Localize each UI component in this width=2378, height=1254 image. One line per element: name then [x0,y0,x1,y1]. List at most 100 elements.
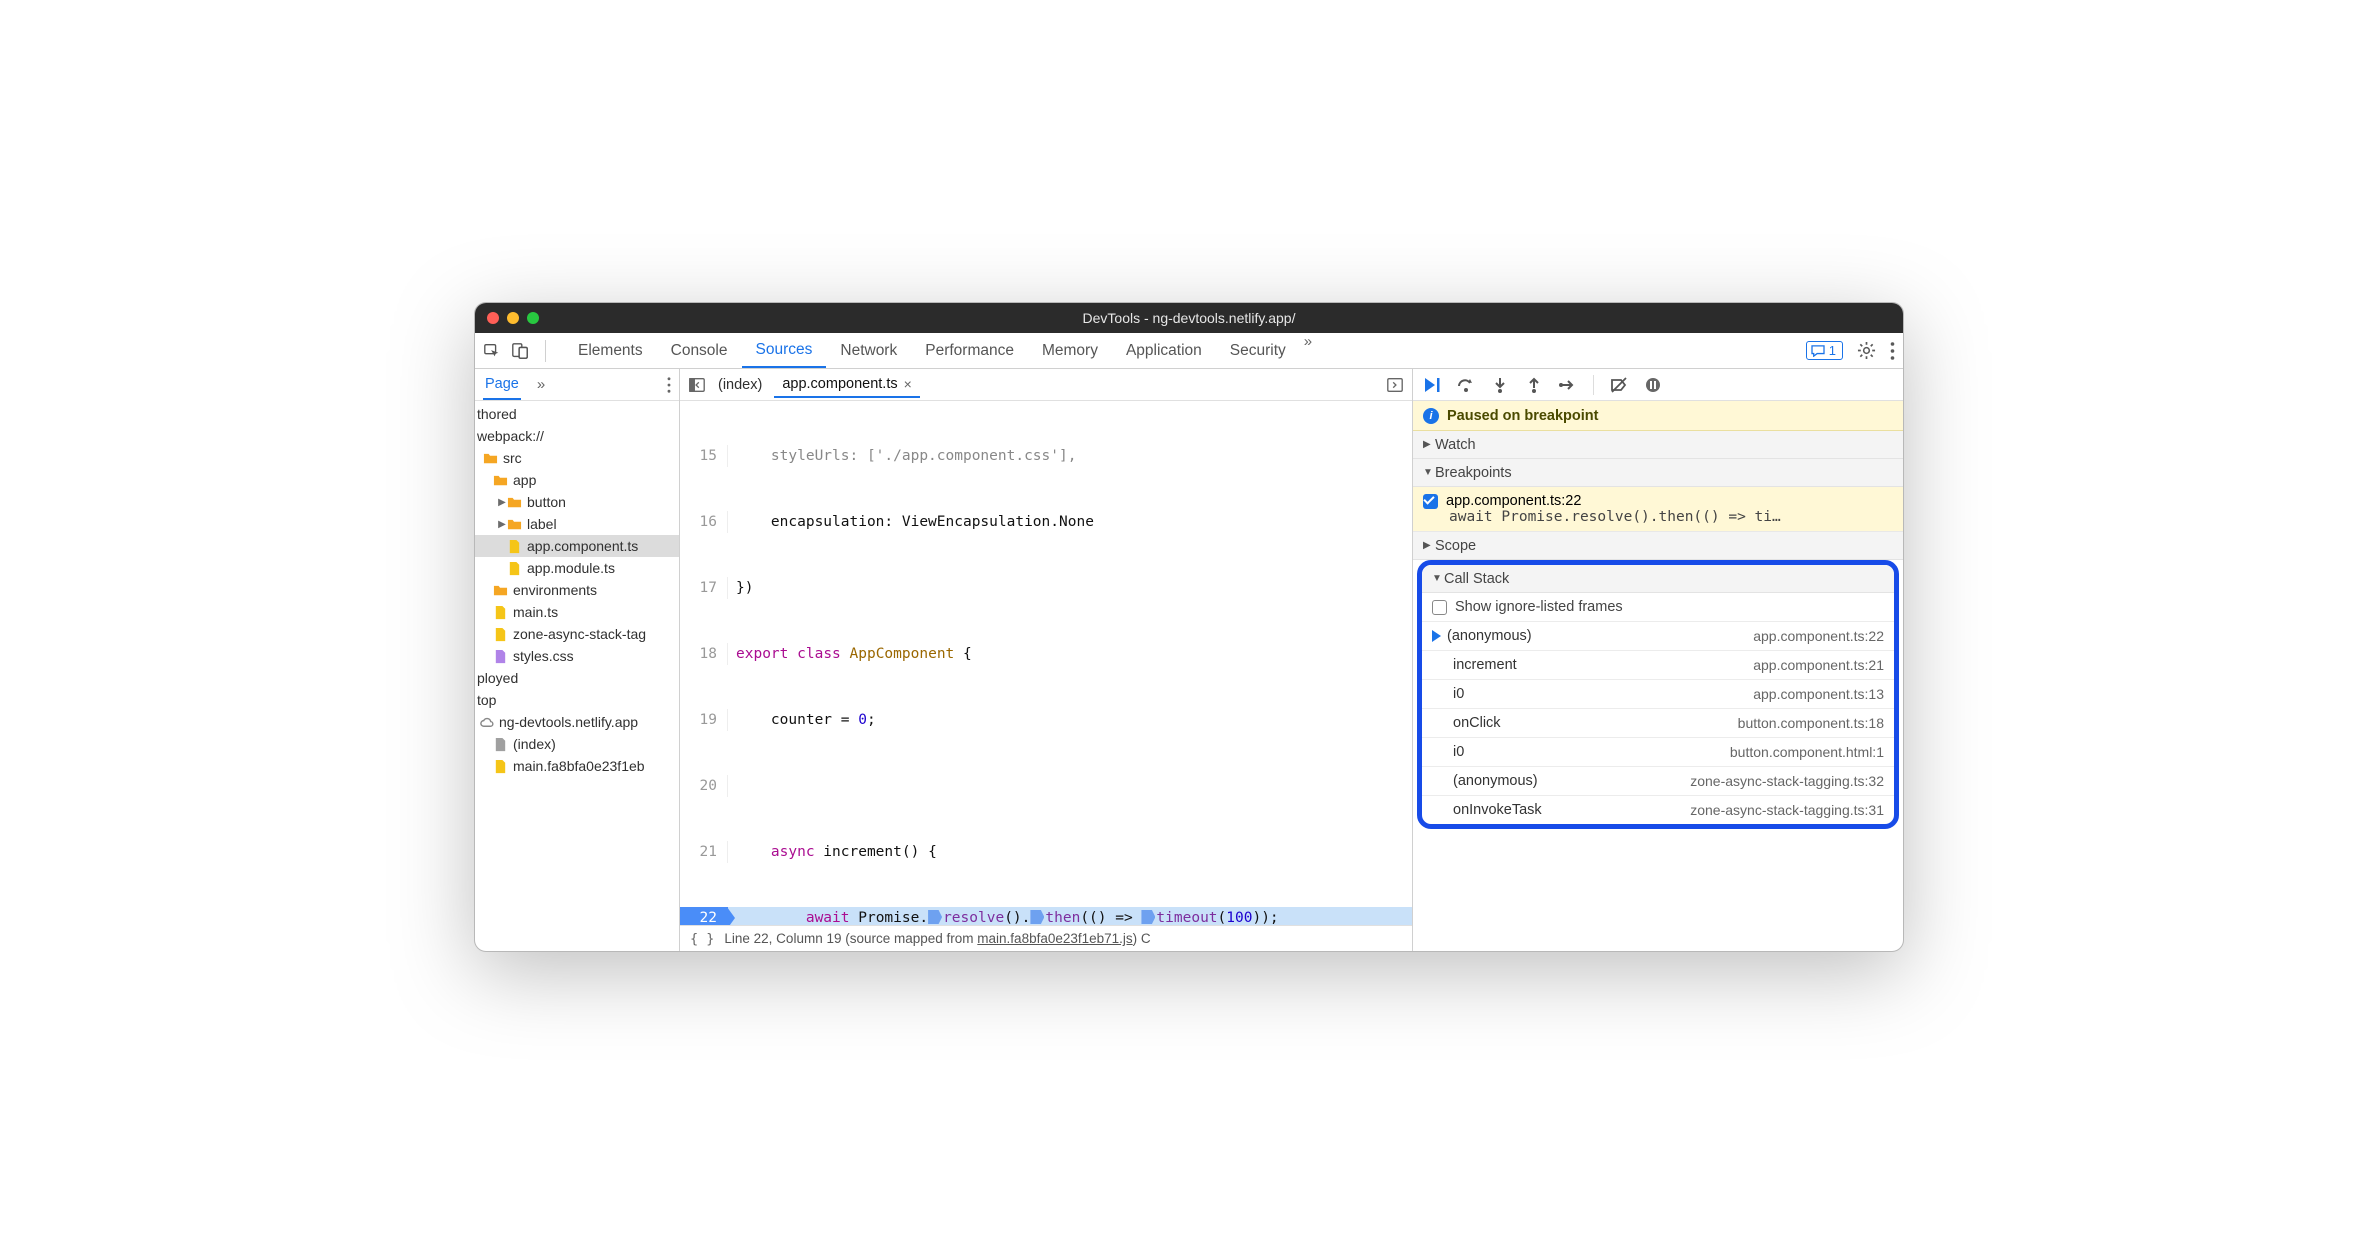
main-toolbar: Elements Console Sources Network Perform… [475,333,1903,369]
device-toolbar-icon[interactable] [511,342,529,360]
tree-node[interactable]: main.fa8bfa0e23f1eb [475,755,679,777]
tabs-overflow-button[interactable]: » [1304,333,1312,368]
editor-tabs: (index) app.component.ts× [680,369,1412,401]
tree-node-selected[interactable]: app.component.ts [475,535,679,557]
tab-memory[interactable]: Memory [1028,333,1112,368]
file-icon [507,561,522,576]
settings-icon[interactable] [1857,341,1876,360]
main-content: Page » thored webpack:// src app ▶button… [475,369,1903,951]
maximize-window-button[interactable] [527,312,539,324]
navigator-tab-page[interactable]: Page [483,370,521,400]
tree-node[interactable]: styles.css [475,645,679,667]
folder-icon [507,495,522,510]
folder-icon [507,517,522,532]
tree-node[interactable]: app.module.ts [475,557,679,579]
call-stack-section[interactable]: ▼Call Stack [1422,565,1894,593]
source-map-link[interactable]: main.fa8bfa0e23f1eb71.js [977,931,1132,946]
close-window-button[interactable] [487,312,499,324]
tree-node[interactable]: zone-async-stack-tag [475,623,679,645]
tab-console[interactable]: Console [657,333,742,368]
navigator-sidebar: Page » thored webpack:// src app ▶button… [475,369,680,951]
editor-statusbar: { } Line 22, Column 19 (source mapped fr… [680,925,1412,951]
tab-elements[interactable]: Elements [564,333,657,368]
separator [545,340,546,362]
pretty-print-icon[interactable]: { } [690,931,714,947]
tab-performance[interactable]: Performance [911,333,1028,368]
stack-frame[interactable]: incrementapp.component.ts:21 [1422,651,1894,680]
pause-on-exceptions-button[interactable] [1644,376,1662,394]
breakpoints-section[interactable]: ▼Breakpoints [1413,459,1903,487]
tree-node[interactable]: top [475,689,679,711]
breakpoint-entry[interactable]: app.component.ts:22 await Promise.resolv… [1413,487,1903,532]
navigator-overflow-button[interactable]: » [537,376,545,393]
file-icon [493,737,508,752]
cursor-position: Line 22, Column 19 [724,931,841,946]
current-execution-line[interactable]: 22 await Promise.resolve().then(() => ti… [680,907,1412,925]
tree-node[interactable]: ▶label [475,513,679,535]
file-tree[interactable]: thored webpack:// src app ▶button ▶label… [475,401,679,951]
minimize-window-button[interactable] [507,312,519,324]
panel-tabs: Elements Console Sources Network Perform… [564,333,1312,368]
close-tab-icon[interactable]: × [904,376,912,392]
console-messages-button[interactable]: 1 [1806,341,1843,360]
tab-security[interactable]: Security [1216,333,1300,368]
breakpoint-checkbox[interactable] [1423,494,1438,509]
file-icon [493,627,508,642]
step-out-button[interactable] [1525,376,1543,394]
tab-sources[interactable]: Sources [742,333,827,368]
stack-frame[interactable]: (anonymous) app.component.ts:22 [1422,622,1894,651]
tree-node[interactable]: thored [475,403,679,425]
file-icon [507,539,522,554]
folder-icon [483,451,498,466]
step-marker-icon [1030,910,1044,924]
file-icon [493,649,508,664]
file-icon [493,759,508,774]
stack-frame[interactable]: i0button.component.html:1 [1422,738,1894,767]
window-title: DevTools - ng-devtools.netlify.app/ [1083,310,1296,326]
editor-panel: (index) app.component.ts× 15 styleUrls: … [680,369,1413,951]
debugger-toolbar [1413,369,1903,401]
step-over-button[interactable] [1457,376,1475,394]
show-ignored-frames-toggle[interactable]: Show ignore-listed frames [1422,593,1894,622]
step-button[interactable] [1559,376,1577,394]
file-icon [493,605,508,620]
message-count: 1 [1829,343,1836,358]
step-into-button[interactable] [1491,376,1509,394]
tree-node[interactable]: webpack:// [475,425,679,447]
step-marker-icon [928,910,942,924]
debugger-sidebar: i Paused on breakpoint ▶Watch ▼Breakpoin… [1413,369,1903,951]
resume-script-button[interactable] [1423,376,1441,394]
watch-section[interactable]: ▶Watch [1413,431,1903,459]
paused-banner: i Paused on breakpoint [1413,401,1903,431]
tab-application[interactable]: Application [1112,333,1216,368]
scope-section[interactable]: ▶Scope [1413,532,1903,560]
tree-node[interactable]: ng-devtools.netlify.app [475,711,679,733]
message-icon [1811,345,1825,357]
tree-node[interactable]: ▶button [475,491,679,513]
checkbox-icon[interactable] [1432,600,1447,615]
deactivate-breakpoints-button[interactable] [1610,376,1628,394]
more-options-icon[interactable] [1890,342,1895,360]
stack-frame[interactable]: (anonymous)zone-async-stack-tagging.ts:3… [1422,767,1894,796]
current-frame-arrow-icon [1432,630,1441,642]
editor-tab-index[interactable]: (index) [710,373,770,397]
call-stack-highlight: ▼Call Stack Show ignore-listed frames (a… [1417,560,1899,829]
stack-frame[interactable]: i0app.component.ts:13 [1422,680,1894,709]
tree-node[interactable]: environments [475,579,679,601]
dock-right-icon[interactable] [1386,376,1404,394]
inspect-element-icon[interactable] [483,342,501,360]
code-editor[interactable]: 15 styleUrls: ['./app.component.css'], 1… [680,401,1412,925]
navigator-more-icon[interactable] [667,377,671,393]
editor-tab-app-component[interactable]: app.component.ts× [774,372,919,398]
info-icon: i [1423,408,1439,424]
folder-icon [493,473,508,488]
dock-left-icon[interactable] [688,376,706,394]
stack-frame[interactable]: onInvokeTaskzone-async-stack-tagging.ts:… [1422,796,1894,824]
tree-node[interactable]: (index) [475,733,679,755]
tab-network[interactable]: Network [826,333,911,368]
tree-node[interactable]: src [475,447,679,469]
tree-node[interactable]: app [475,469,679,491]
tree-node[interactable]: ployed [475,667,679,689]
stack-frame[interactable]: onClickbutton.component.ts:18 [1422,709,1894,738]
tree-node[interactable]: main.ts [475,601,679,623]
